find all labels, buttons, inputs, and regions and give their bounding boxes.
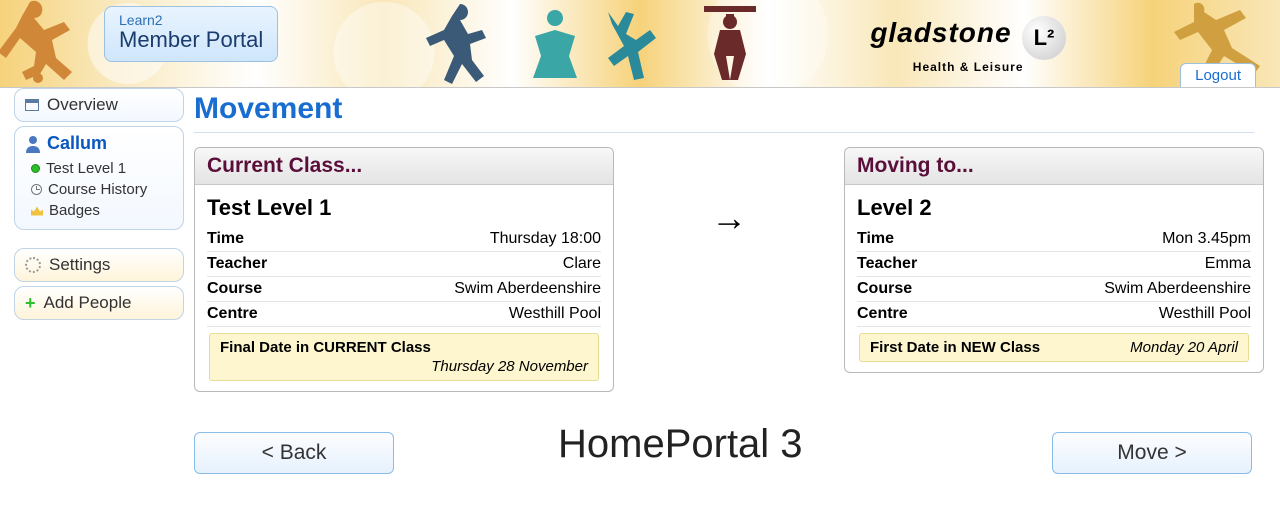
moving-note: First Date in NEW Class Monday 20 April [859, 333, 1249, 362]
gear-icon [25, 257, 41, 273]
kv-val: Emma [1205, 255, 1251, 273]
sidebar-member-head[interactable]: Callum [25, 133, 173, 154]
brand-name: gladstone [870, 17, 1011, 48]
current-class-header: Current Class... [195, 148, 613, 185]
plus-icon: + [25, 296, 36, 310]
sidebar-settings[interactable]: Settings [14, 248, 184, 282]
kv-val: Thursday 18:00 [490, 230, 601, 248]
sport-kicker-icon [0, 0, 100, 86]
back-button[interactable]: < Back [194, 432, 394, 474]
sidebar: Overview Callum Test Level 1 Course Hist… [14, 88, 184, 324]
note-date: Thursday 28 November [220, 358, 588, 375]
arrow-icon: → [614, 147, 844, 239]
current-class-card: Current Class... Test Level 1 Time Thursd… [194, 147, 614, 392]
sidebar-overview-label: Overview [47, 95, 118, 115]
note-title: Final Date in CURRENT Class [220, 339, 431, 356]
sport-lifter-icon [700, 0, 760, 86]
divider [194, 132, 1254, 133]
kv-key: Course [207, 280, 262, 298]
moving-to-header: Moving to... [845, 148, 1263, 185]
sidebar-item-label: Course History [48, 181, 147, 198]
kv-key: Course [857, 280, 912, 298]
kv-val: Mon 3.45pm [1162, 230, 1251, 248]
kv-key: Time [207, 230, 244, 248]
sport-runner-icon [420, 0, 500, 88]
watermark: HomePortal 3 [558, 422, 803, 467]
clock-icon [31, 184, 42, 195]
kv-key: Teacher [857, 255, 917, 273]
sidebar-item-level[interactable]: Test Level 1 [25, 158, 173, 179]
brand: gladstone Health & Leisure [870, 16, 1066, 74]
portal-badge: Learn2 Member Portal [104, 6, 278, 62]
kv-key: Centre [207, 305, 258, 323]
sidebar-member-name: Callum [47, 133, 107, 154]
footer-row: < Back HomePortal 3 Move > [194, 432, 1264, 484]
kv-val: Clare [563, 255, 601, 273]
sidebar-item-history[interactable]: Course History [25, 179, 173, 200]
brand-sub: Health & Leisure [870, 60, 1066, 74]
green-dot-icon [31, 164, 40, 173]
sidebar-add-people[interactable]: + Add People [14, 286, 184, 320]
moving-to-title: Level 2 [857, 195, 1251, 221]
kv-val: Swim Aberdeenshire [1104, 280, 1251, 298]
main: Movement Current Class... Test Level 1 T… [194, 92, 1264, 484]
move-button[interactable]: Move > [1052, 432, 1252, 474]
sidebar-add-people-label: Add People [44, 293, 132, 313]
kv-val: Swim Aberdeenshire [454, 280, 601, 298]
portal-badge-small: Learn2 [119, 13, 263, 28]
page-title: Movement [194, 92, 1264, 126]
overview-icon [25, 99, 39, 111]
kv-key: Teacher [207, 255, 267, 273]
logout-tab[interactable]: Logout [1180, 63, 1256, 88]
sport-stretch-icon [602, 6, 658, 86]
sidebar-settings-label: Settings [49, 255, 110, 275]
kv-key: Time [857, 230, 894, 248]
note-date: Monday 20 April [1130, 339, 1238, 356]
person-icon [25, 135, 41, 153]
kv-val: Westhill Pool [509, 305, 601, 323]
crown-icon [31, 206, 43, 216]
brand-l2-icon [1022, 16, 1066, 60]
sidebar-item-label: Test Level 1 [46, 160, 126, 177]
note-title: First Date in NEW Class [870, 339, 1040, 356]
sidebar-item-badges[interactable]: Badges [25, 200, 173, 221]
sidebar-member-section: Callum Test Level 1 Course History Badge… [14, 126, 184, 230]
current-note: Final Date in CURRENT Class Thursday 28 … [209, 333, 599, 381]
header-banner: Learn2 Member Portal gladstone Health & … [0, 0, 1280, 88]
current-class-title: Test Level 1 [207, 195, 601, 221]
portal-badge-big: Member Portal [119, 28, 263, 52]
sidebar-overview[interactable]: Overview [14, 88, 184, 122]
kv-key: Centre [857, 305, 908, 323]
sidebar-item-label: Badges [49, 202, 100, 219]
cards-row: Current Class... Test Level 1 Time Thursd… [194, 147, 1264, 392]
sport-yoga-icon [520, 8, 590, 86]
kv-val: Westhill Pool [1159, 305, 1251, 323]
moving-to-card: Moving to... Level 2 Time Mon 3.45pm Teac… [844, 147, 1264, 373]
